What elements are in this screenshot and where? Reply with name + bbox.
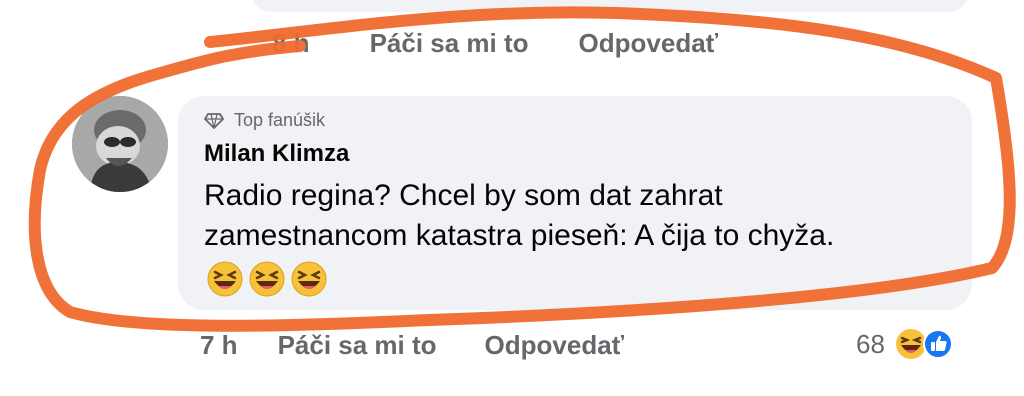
like-button[interactable]: Páči sa mi to <box>278 330 437 361</box>
reaction-summary[interactable]: 68 <box>856 326 953 362</box>
comment-time[interactable]: 7 h <box>200 330 238 361</box>
avatar[interactable] <box>72 96 168 192</box>
comment-author[interactable]: Milan Klimza <box>204 140 349 168</box>
comment-text-line-2: zamestnancom katastra pieseň: A čija to … <box>204 219 835 252</box>
top-fan-badge[interactable]: Top fanúšik <box>204 110 325 131</box>
previous-comment-bubble <box>250 0 970 12</box>
previous-like-button[interactable]: Páči sa mi to <box>370 28 529 59</box>
previous-comment-time[interactable]: 8 h <box>272 28 310 59</box>
emoji-row <box>206 260 328 298</box>
reply-button[interactable]: Odpovedať <box>485 330 625 361</box>
previous-reply-button[interactable]: Odpovedať <box>579 28 719 59</box>
laughing-emoji <box>249 261 285 297</box>
diamond-icon <box>204 112 224 129</box>
laughing-emoji <box>291 261 327 297</box>
comment-bubble: Top fanúšik Milan Klimza Radio regina? C… <box>178 96 972 310</box>
comment-text: Radio regina? Chcel by som dat zahrat za… <box>204 176 944 256</box>
comment-actions: 7 h Páči sa mi to Odpovedať <box>200 330 624 361</box>
previous-comment-actions: 8 h Páči sa mi to Odpovedať <box>272 28 718 59</box>
laughing-emoji <box>207 261 243 297</box>
comment-text-line-1: Radio regina? Chcel by som dat zahrat <box>204 179 723 212</box>
like-reaction-icon <box>922 329 953 359</box>
badge-label: Top fanúšik <box>234 110 326 130</box>
avatar-image <box>72 96 168 192</box>
reaction-count: 68 <box>856 328 885 359</box>
